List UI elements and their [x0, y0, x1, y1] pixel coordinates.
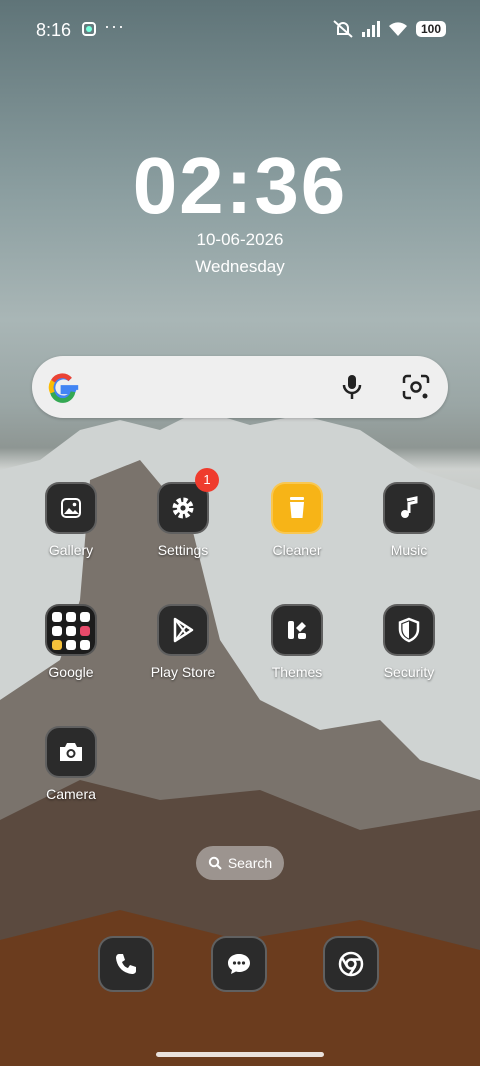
mute-icon — [333, 20, 353, 38]
app-play-store[interactable]: Play Store — [128, 604, 238, 680]
google-search-widget[interactable] — [32, 356, 448, 418]
music-note-icon — [383, 482, 435, 534]
lens-icon[interactable] — [402, 374, 430, 400]
shield-icon — [383, 604, 435, 656]
app-cleaner[interactable]: Cleaner — [242, 482, 352, 558]
dock-chrome[interactable] — [296, 936, 406, 992]
app-label: Themes — [271, 664, 323, 680]
app-label: Play Store — [150, 664, 216, 680]
gallery-icon — [45, 482, 97, 534]
camera-icon — [45, 726, 97, 778]
notification-app-icon — [82, 22, 96, 36]
app-label: Google — [48, 664, 94, 680]
dock-messages[interactable] — [184, 936, 294, 992]
app-label: Gallery — [48, 542, 94, 558]
mic-icon[interactable] — [340, 374, 364, 400]
signal-icon — [361, 21, 380, 37]
overflow-dots-icon: ··· — [104, 16, 125, 36]
app-security[interactable]: Security — [354, 604, 464, 680]
clock-date: 10-06-2026 — [196, 230, 284, 249]
clock-time[interactable]: 02:36 — [0, 140, 480, 232]
wifi-icon — [388, 22, 407, 36]
app-music[interactable]: Music — [354, 482, 464, 558]
status-time: 8:16 — [36, 20, 72, 40]
home-search-label: Search — [227, 855, 273, 871]
home-search-button[interactable]: Search — [196, 846, 284, 880]
app-settings[interactable]: 1 Settings — [128, 468, 238, 558]
phone-icon — [98, 936, 154, 992]
app-label: Security — [383, 664, 435, 680]
notification-badge: 1 — [195, 468, 219, 492]
app-label: Music — [390, 542, 428, 558]
app-gallery[interactable]: Gallery — [16, 482, 126, 558]
themes-icon — [271, 604, 323, 656]
home-indicator-bar[interactable] — [156, 1052, 324, 1057]
gear-icon: 1 — [157, 468, 219, 534]
status-bar: 8:16 ··· 100 — [0, 0, 480, 62]
play-store-icon — [157, 604, 209, 656]
app-label: Settings — [157, 542, 209, 558]
clock-weekday: Wednesday — [195, 257, 285, 276]
app-label: Cleaner — [272, 542, 322, 558]
app-camera[interactable]: Camera — [16, 726, 126, 802]
search-icon — [208, 856, 222, 870]
chrome-icon — [323, 936, 379, 992]
app-themes[interactable]: Themes — [242, 604, 352, 680]
message-icon — [211, 936, 267, 992]
google-logo-icon — [48, 373, 79, 403]
folder-icon — [45, 604, 97, 656]
trash-icon — [271, 482, 323, 534]
app-label: Camera — [46, 786, 96, 802]
app-folder-google[interactable]: Google — [16, 604, 126, 680]
battery-icon: 100 — [415, 21, 446, 37]
dock-phone[interactable] — [71, 936, 181, 992]
